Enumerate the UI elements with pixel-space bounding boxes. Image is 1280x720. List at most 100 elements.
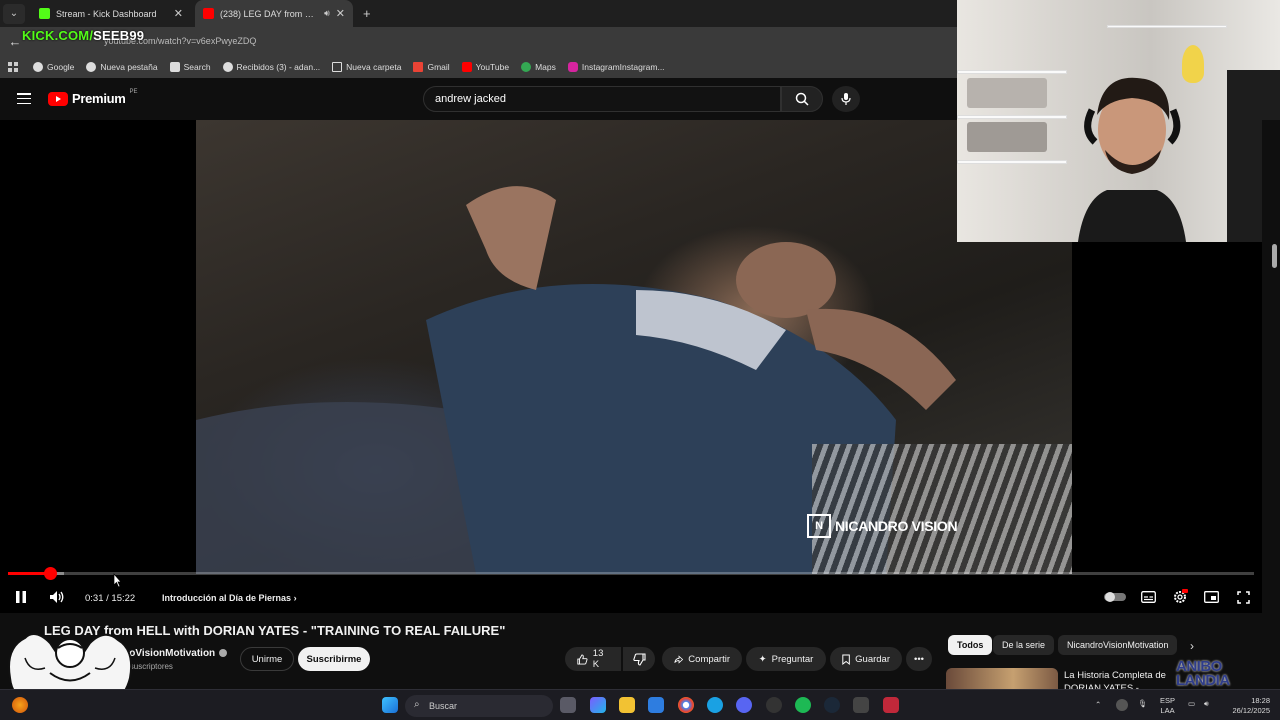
youtube-masthead: Premium PE andrew jacked (0, 78, 957, 120)
save-button[interactable]: Guardar (830, 647, 902, 671)
tab-kick-dashboard[interactable]: Stream - Kick Dashboard ✕ (31, 0, 191, 27)
ask-label: Preguntar (771, 653, 814, 665)
bookmark-maps[interactable]: Maps (521, 62, 556, 72)
video-frame[interactable] (196, 120, 1072, 574)
page-scrollbar-track[interactable] (1262, 120, 1280, 690)
dislike-button[interactable] (623, 647, 655, 671)
discord-icon[interactable] (736, 697, 752, 713)
subtitles-button[interactable] (1140, 588, 1156, 606)
audio-playing-icon[interactable]: 🔊︎ (324, 8, 330, 19)
task-view-icon[interactable] (560, 697, 576, 713)
like-button[interactable]: 13 K (565, 647, 621, 671)
weather-icon[interactable] (12, 697, 28, 713)
volume-icon[interactable]: 🔊︎ (1204, 699, 1209, 709)
bookmark-folder[interactable]: Nueva carpeta (332, 62, 401, 72)
autoplay-toggle[interactable] (1104, 588, 1126, 606)
app-icon[interactable] (883, 697, 899, 713)
chip-all[interactable]: Todos (948, 635, 993, 655)
mute-button[interactable] (48, 588, 66, 606)
tray-app-icon[interactable] (1116, 699, 1128, 711)
ask-button[interactable]: ✦ Preguntar (746, 647, 826, 671)
chevron-right-icon[interactable]: › (1190, 639, 1194, 653)
close-tab-icon[interactable]: ✕ (174, 7, 183, 20)
join-button[interactable]: Unirme (240, 647, 294, 671)
chrome-icon[interactable] (678, 697, 694, 713)
language-indicator[interactable]: ESP LAA (1160, 696, 1175, 716)
close-tab-icon[interactable]: ✕ (336, 7, 345, 20)
bookmark-google[interactable]: Google (33, 62, 74, 72)
miniplayer-icon (1203, 591, 1219, 603)
bookmark-new-tab[interactable]: Nueva pestaña (86, 62, 158, 72)
search-input[interactable]: andrew jacked (423, 86, 781, 112)
bookmark-inbox[interactable]: Recibidos (3) - adan... (222, 62, 321, 72)
anibolandia-logo: ANIBO LANDIA (1176, 659, 1230, 689)
globe-icon (222, 62, 233, 72)
windows-start-icon[interactable] (382, 697, 398, 713)
save-label: Guardar (855, 653, 890, 665)
bookmark-label: Maps (535, 62, 556, 72)
more-horizontal-icon: ••• (914, 653, 924, 665)
edge-icon[interactable] (707, 697, 723, 713)
pause-icon (16, 591, 26, 603)
microphone-icon (841, 93, 851, 105)
shelf (957, 70, 1067, 74)
search-button[interactable] (781, 86, 823, 112)
bookmark-label: Nueva carpeta (346, 62, 402, 72)
sparkle-icon: ✦ (758, 653, 767, 665)
steam-icon[interactable] (824, 697, 840, 713)
progress-scrubber-handle[interactable] (44, 567, 58, 580)
video-floor-grate (812, 444, 1072, 574)
bookmark-search[interactable]: Search (169, 62, 211, 72)
recommendation-thumbnail[interactable] (946, 668, 1058, 689)
chip-channel[interactable]: NicandroVisionMotivation (1058, 635, 1178, 655)
new-tab-button[interactable]: + (363, 6, 371, 21)
voice-search-button[interactable] (832, 86, 860, 112)
bookmark-youtube[interactable]: YouTube (461, 62, 509, 72)
network-icon[interactable]: ▭ (1188, 699, 1195, 709)
chevron-up-icon[interactable]: ⌃ (1095, 700, 1101, 710)
thumbs-down-icon (632, 652, 646, 666)
clock[interactable]: 18:28 26/12/2025 (1222, 696, 1270, 716)
bookmark-label: Recibidos (3) - adan... (236, 62, 321, 72)
tab-search-menu-button[interactable]: ⌄ (3, 3, 25, 24)
bookmark-icon (842, 654, 850, 665)
search-icon (795, 92, 809, 106)
nicandro-logo-icon: N (807, 514, 831, 538)
settings-button[interactable] (1171, 588, 1189, 606)
tab-title: Stream - Kick Dashboard (56, 8, 157, 19)
chapter-button[interactable]: Introducción al Día de Piernas › (162, 593, 297, 603)
app-icon[interactable] (853, 697, 869, 713)
tab-youtube-video[interactable]: (238) LEG DAY from HELL w 🔊︎ ✕ (195, 0, 353, 27)
obs-icon[interactable] (766, 697, 782, 713)
instagram-icon (567, 62, 578, 72)
streamer-person (1078, 77, 1186, 242)
fullscreen-button[interactable] (1236, 588, 1250, 606)
bookmark-label: Gmail (427, 62, 450, 72)
verified-badge-icon (219, 649, 228, 658)
subscribe-button[interactable]: Suscribirme (298, 647, 370, 671)
anibo-line2: LANDIA (1176, 672, 1230, 689)
pause-button[interactable] (14, 588, 28, 606)
bookmark-instagram[interactable]: InstagramInstagram... (567, 62, 665, 72)
taskbar-search-box[interactable]: ⌕ Buscar (405, 695, 553, 717)
bookmark-gmail[interactable]: Gmail (413, 62, 450, 72)
page-scrollbar-thumb[interactable] (1272, 244, 1277, 268)
time-display: 0:31 / 15:22 (85, 593, 135, 604)
spotify-icon[interactable] (795, 697, 811, 713)
miniplayer-button[interactable] (1203, 588, 1219, 606)
microphone-icon[interactable]: 🎙︎ (1138, 699, 1148, 709)
file-explorer-icon[interactable] (619, 697, 635, 713)
youtube-premium-logo[interactable]: Premium PE (48, 89, 138, 106)
more-actions-button[interactable]: ••• (906, 647, 932, 671)
copilot-icon[interactable] (590, 697, 606, 713)
share-button[interactable]: Compartir (662, 647, 742, 671)
recommendation-title[interactable]: La Historia Completa de DORIAN YATES - D… (1064, 669, 1184, 690)
folder-icon (332, 62, 343, 72)
apps-grid-icon[interactable] (8, 62, 18, 72)
hamburger-menu-icon[interactable] (17, 93, 31, 104)
screen: ⌄ Stream - Kick Dashboard ✕ (238) LEG DA… (0, 0, 1280, 720)
watermark-text: NICANDRO VISION (835, 518, 958, 534)
progress-bar[interactable] (8, 567, 1254, 580)
chip-series[interactable]: De la serie (993, 635, 1055, 655)
store-icon[interactable] (648, 697, 664, 713)
